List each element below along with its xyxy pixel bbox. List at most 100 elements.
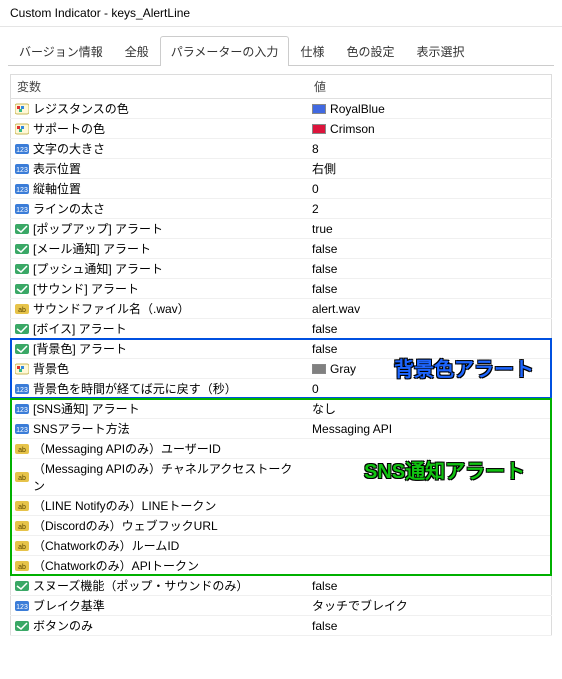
param-name: [ポップアップ] アラート <box>33 220 163 237</box>
param-name: 表示位置 <box>33 160 81 177</box>
param-value[interactable]: 0 <box>312 182 319 196</box>
param-name: ボタンのみ <box>33 617 93 634</box>
svg-text:123: 123 <box>16 407 28 414</box>
string-type-icon: ab <box>15 519 29 533</box>
svg-text:ab: ab <box>18 544 26 551</box>
param-value[interactable]: false <box>312 282 337 296</box>
param-value[interactable]: Gray <box>330 362 356 376</box>
param-value[interactable]: 0 <box>312 382 319 396</box>
tab-body-parameters: 変数 値 レジスタンスの色RoyalBlueサポートの色Crimson 123 文字… <box>8 66 554 638</box>
param-name: [背景色] アラート <box>33 340 127 357</box>
param-value[interactable]: alert.wav <box>312 302 360 316</box>
param-name: 文字の大きさ <box>33 140 105 157</box>
tab-3[interactable]: 仕様 <box>289 36 335 66</box>
tab-0[interactable]: バージョン情報 <box>8 36 114 66</box>
table-row[interactable]: [ボイス] アラートfalse <box>11 319 552 339</box>
bool-type-icon <box>15 322 29 336</box>
table-row[interactable]: レジスタンスの色RoyalBlue <box>11 99 552 119</box>
table-row[interactable]: [ポップアップ] アラート true <box>11 219 552 239</box>
param-value[interactable]: true <box>312 222 333 236</box>
tab-1[interactable]: 全般 <box>114 36 160 66</box>
param-name: [プッシュ通知] アラート <box>33 260 163 277</box>
window-content: バージョン情報全般パラメーターの入力仕様色の設定表示選択 変数 値 レジスタンス… <box>0 27 562 646</box>
table-row[interactable]: 123 [SNS通知] アラート なし <box>11 399 552 419</box>
int-type-icon: 123 <box>15 382 29 396</box>
param-name: （LINE Notifyのみ）LINEトークン <box>33 497 216 514</box>
param-value[interactable]: false <box>312 322 337 336</box>
svg-text:ab: ab <box>18 307 26 314</box>
tab-5[interactable]: 表示選択 <box>405 36 475 66</box>
string-type-icon: ab <box>15 539 29 553</box>
string-type-icon: ab <box>15 442 29 456</box>
bool-type-icon <box>15 222 29 236</box>
window-titlebar: Custom Indicator - keys_AlertLine <box>0 0 562 27</box>
svg-text:ab: ab <box>18 447 26 454</box>
table-row[interactable]: サポートの色Crimson <box>11 119 552 139</box>
int-type-icon: 123 <box>15 422 29 436</box>
bool-type-icon <box>15 262 29 276</box>
param-value[interactable]: false <box>312 242 337 256</box>
param-name: （Messaging APIのみ）チャネルアクセストークン <box>33 460 304 494</box>
table-row[interactable]: [プッシュ通知] アラート false <box>11 259 552 279</box>
param-name: サウンドファイル名（.wav） <box>33 300 190 317</box>
param-value[interactable]: RoyalBlue <box>330 102 385 116</box>
table-row[interactable]: 123 SNSアラート方法 Messaging API <box>11 419 552 439</box>
table-row[interactable]: ab （Discordのみ）ウェブフックURL <box>11 516 552 536</box>
table-row[interactable]: ab （Chatworkのみ）APIトークン <box>11 556 552 576</box>
svg-text:123: 123 <box>16 187 28 194</box>
table-row[interactable]: ボタンのみ false <box>11 616 552 636</box>
param-value[interactable]: なし <box>312 400 336 417</box>
param-value[interactable]: 右側 <box>312 160 336 177</box>
param-name: ブレイク基準 <box>33 597 105 614</box>
param-value[interactable]: false <box>312 262 337 276</box>
string-type-icon: ab <box>15 470 29 484</box>
param-value[interactable]: 8 <box>312 142 319 156</box>
string-type-icon: ab <box>15 302 29 316</box>
table-row[interactable]: スヌーズ機能（ポップ・サウンドのみ）false <box>11 576 552 596</box>
table-row[interactable]: ab （Messaging APIのみ）チャネルアクセストークン <box>11 459 552 496</box>
table-row[interactable]: ab（LINE Notifyのみ）LINEトークン <box>11 496 552 516</box>
table-row[interactable]: [メール通知] アラートfalse <box>11 239 552 259</box>
svg-text:ab: ab <box>18 524 26 531</box>
svg-text:123: 123 <box>16 147 28 154</box>
table-row[interactable]: 背景色Gray <box>11 359 552 379</box>
table-row[interactable]: ab（Chatworkのみ）ルームID <box>11 536 552 556</box>
color-swatch <box>312 124 326 134</box>
column-header-variable[interactable]: 変数 <box>11 75 309 99</box>
param-name: （Discordのみ）ウェブフックURL <box>33 517 218 534</box>
param-name: [SNS通知] アラート <box>33 400 140 417</box>
param-value[interactable]: false <box>312 579 337 593</box>
param-name: SNSアラート方法 <box>33 420 130 437</box>
string-type-icon: ab <box>15 559 29 573</box>
table-row[interactable]: 123 表示位置 右側 <box>11 159 552 179</box>
table-row[interactable]: 123 文字の大きさ 8 <box>11 139 552 159</box>
table-row[interactable]: [背景色] アラート false <box>11 339 552 359</box>
table-row[interactable]: ab サウンドファイル名（.wav） alert.wav <box>11 299 552 319</box>
svg-text:ab: ab <box>18 564 26 571</box>
table-row[interactable]: 123 ブレイク基準 タッチでブレイク <box>11 596 552 616</box>
svg-text:123: 123 <box>16 604 28 611</box>
tab-4[interactable]: 色の設定 <box>335 36 405 66</box>
tab-2[interactable]: パラメーターの入力 <box>160 36 290 66</box>
color-swatch <box>312 364 326 374</box>
svg-text:ab: ab <box>18 475 26 482</box>
param-value[interactable]: false <box>312 342 337 356</box>
param-value[interactable]: false <box>312 619 337 633</box>
bool-type-icon <box>15 619 29 633</box>
param-value[interactable]: 2 <box>312 202 319 216</box>
table-row[interactable]: ab（Messaging APIのみ）ユーザーID <box>11 439 552 459</box>
param-value[interactable]: タッチでブレイク <box>312 597 408 614</box>
table-row[interactable]: 123縦軸位置0 <box>11 179 552 199</box>
table-row[interactable]: [サウンド] アラートfalse <box>11 279 552 299</box>
int-type-icon: 123 <box>15 599 29 613</box>
window-title: Custom Indicator - keys_AlertLine <box>10 6 190 20</box>
param-name: （Chatworkのみ）APIトークン <box>33 557 199 574</box>
param-value[interactable]: Messaging API <box>312 422 392 436</box>
param-value[interactable]: Crimson <box>330 122 375 136</box>
table-row[interactable]: 123背景色を時間が経てば元に戻す（秒）0 <box>11 379 552 399</box>
column-header-value[interactable]: 値 <box>308 75 551 99</box>
table-row[interactable]: 123ラインの太さ2 <box>11 199 552 219</box>
int-type-icon: 123 <box>15 142 29 156</box>
color-swatch <box>312 104 326 114</box>
svg-text:123: 123 <box>16 167 28 174</box>
